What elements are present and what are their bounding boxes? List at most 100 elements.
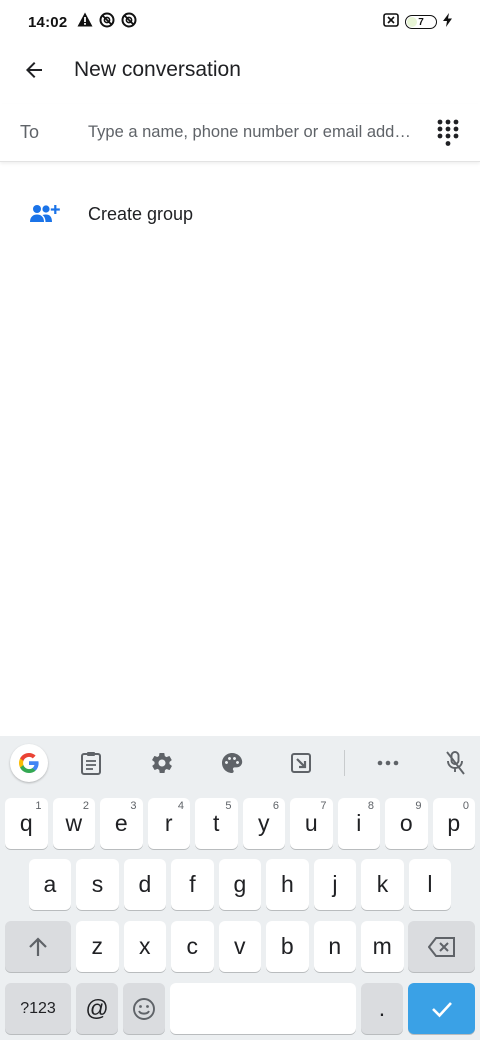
emoji-key[interactable] <box>123 983 165 1034</box>
key-label: h <box>281 871 294 897</box>
app-bar: New conversation <box>0 44 480 96</box>
key-label: q <box>19 810 33 836</box>
key-q[interactable]: q1 <box>5 798 48 849</box>
period-key-label: . <box>378 995 386 1021</box>
key-l[interactable]: l <box>408 859 452 910</box>
key-hint: 4 <box>177 800 184 812</box>
group-add-icon <box>30 202 60 226</box>
key-p[interactable]: p0 <box>432 798 475 849</box>
key-label: p <box>447 810 461 836</box>
backspace-icon <box>427 936 455 957</box>
resize-keyboard-button[interactable] <box>283 745 319 781</box>
battery-level: 7 <box>418 16 424 28</box>
key-hint: 5 <box>225 800 232 812</box>
key-label: o <box>399 810 413 836</box>
recipient-input[interactable] <box>88 123 424 142</box>
key-f[interactable]: f <box>171 859 214 910</box>
mic-off-icon <box>446 751 465 775</box>
key-label: k <box>376 871 389 897</box>
key-label: l <box>427 871 433 897</box>
create-group-button[interactable]: Create group <box>0 188 480 240</box>
key-label: j <box>332 871 338 897</box>
key-z[interactable]: z <box>76 921 119 972</box>
backspace-key[interactable] <box>408 921 475 972</box>
key-hint: 7 <box>320 800 327 812</box>
clipboard-button[interactable] <box>73 745 109 781</box>
at-key[interactable]: @ <box>76 983 118 1034</box>
enter-key[interactable] <box>408 983 475 1034</box>
key-u[interactable]: u7 <box>290 798 333 849</box>
status-icons-right: 7 <box>383 12 452 32</box>
space-key[interactable] <box>170 983 356 1034</box>
google-button[interactable] <box>10 744 48 782</box>
key-hint: 9 <box>415 800 422 812</box>
key-k[interactable]: k <box>361 859 404 910</box>
key-label: b <box>280 933 294 959</box>
palette-icon <box>222 753 243 773</box>
emoji-icon <box>133 997 155 1020</box>
key-e[interactable]: e3 <box>100 798 143 849</box>
key-label: a <box>43 871 57 897</box>
key-label: e <box>114 810 128 836</box>
symbols-key[interactable]: ?123 <box>5 983 71 1034</box>
key-label: x <box>139 933 151 959</box>
key-s[interactable]: s <box>76 859 119 910</box>
key-g[interactable]: g <box>218 859 262 910</box>
sync-off-icon <box>121 12 137 33</box>
settings-button[interactable] <box>144 745 180 781</box>
resize-icon <box>291 753 311 773</box>
key-label: y <box>258 810 270 836</box>
clipboard-icon <box>81 752 101 775</box>
key-o[interactable]: o9 <box>385 798 428 849</box>
status-bar: 14:02 7 <box>0 0 480 44</box>
status-icons-left <box>77 12 137 33</box>
dialpad-button[interactable] <box>430 115 466 151</box>
key-t[interactable]: t5 <box>195 798 238 849</box>
checkmark-icon <box>431 1001 452 1017</box>
more-options-button[interactable] <box>370 745 406 781</box>
key-n[interactable]: n <box>313 921 356 972</box>
key-label: f <box>189 871 196 897</box>
key-label: w <box>65 810 83 836</box>
theme-button[interactable] <box>214 745 250 781</box>
period-key[interactable]: . <box>361 983 403 1034</box>
key-label: c <box>186 933 199 959</box>
key-hint: 2 <box>82 800 89 812</box>
battery-icon: 7 <box>405 15 437 29</box>
warning-icon <box>77 12 93 32</box>
at-key-label: @ <box>85 995 109 1021</box>
key-hint: 6 <box>272 800 279 812</box>
key-hint: 0 <box>462 800 469 812</box>
shift-key[interactable] <box>5 921 71 972</box>
sync-off-icon <box>99 12 115 33</box>
keyboard-toolbar <box>0 736 480 790</box>
key-b[interactable]: b <box>266 921 309 972</box>
back-button[interactable] <box>12 48 56 92</box>
voice-input-button[interactable] <box>437 745 473 781</box>
key-c[interactable]: c <box>171 921 214 972</box>
status-time: 14:02 <box>28 13 68 31</box>
key-label: s <box>91 871 104 897</box>
key-a[interactable]: a <box>28 859 72 910</box>
to-label: To <box>20 122 40 142</box>
key-x[interactable]: x <box>123 921 166 972</box>
settings-gear-icon <box>152 753 172 773</box>
key-label: n <box>328 933 342 959</box>
key-w[interactable]: w2 <box>52 798 95 849</box>
key-hint: 8 <box>367 800 374 812</box>
key-v[interactable]: v <box>218 921 261 972</box>
charging-bolt-icon <box>443 12 452 32</box>
page-title: New conversation <box>74 58 241 81</box>
key-y[interactable]: y6 <box>242 798 285 849</box>
key-h[interactable]: h <box>266 859 309 910</box>
symbols-key-label: ?123 <box>20 999 56 1017</box>
key-m[interactable]: m <box>361 921 404 972</box>
key-i[interactable]: i8 <box>337 798 380 849</box>
key-label: d <box>138 871 152 897</box>
key-label: g <box>233 871 247 897</box>
key-d[interactable]: d <box>123 859 167 910</box>
key-j[interactable]: j <box>313 859 357 910</box>
key-label: t <box>213 810 220 836</box>
no-sim-icon <box>383 12 399 32</box>
key-r[interactable]: r4 <box>147 798 190 849</box>
